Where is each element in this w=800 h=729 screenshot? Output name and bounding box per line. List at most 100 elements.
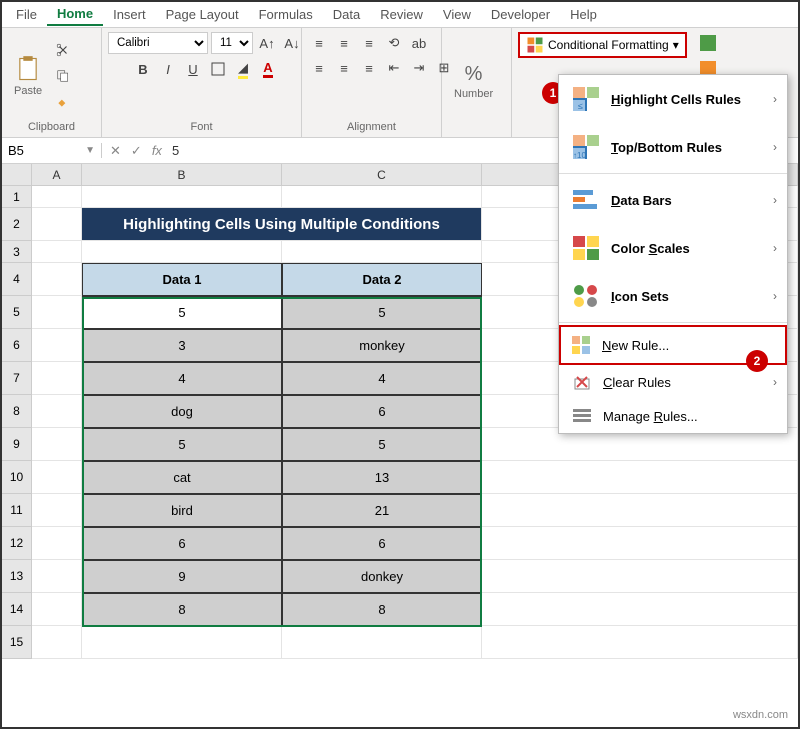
data-cell[interactable]: 4 [282, 362, 482, 395]
underline-button[interactable]: U [182, 58, 204, 80]
borders-button[interactable] [207, 58, 229, 80]
menu-page-layout[interactable]: Page Layout [156, 4, 249, 25]
row-header[interactable]: 3 [2, 241, 32, 263]
data-cell[interactable]: 5 [282, 428, 482, 461]
cell[interactable] [82, 186, 282, 208]
menu-data-bars[interactable]: Data Bars › [559, 176, 787, 224]
cell[interactable] [282, 241, 482, 263]
cancel-icon[interactable]: ✕ [110, 143, 121, 159]
cell[interactable] [32, 593, 82, 626]
data-cell[interactable]: cat [82, 461, 282, 494]
number-format-button[interactable]: % Number [448, 59, 499, 104]
cell[interactable] [32, 395, 82, 428]
menu-review[interactable]: Review [370, 4, 433, 25]
font-color-button[interactable]: A [257, 58, 279, 80]
align-center-button[interactable]: ≡ [333, 57, 355, 79]
cell[interactable] [82, 626, 282, 659]
cell[interactable] [32, 461, 82, 494]
row-header[interactable]: 11 [2, 494, 32, 527]
align-right-button[interactable]: ≡ [358, 57, 380, 79]
format-table-button[interactable] [697, 32, 719, 54]
cell[interactable] [32, 241, 82, 263]
conditional-formatting-button[interactable]: Conditional Formatting ▾ [518, 32, 687, 58]
menu-developer[interactable]: Developer [481, 4, 560, 25]
italic-button[interactable]: I [157, 58, 179, 80]
data-cell[interactable]: monkey [282, 329, 482, 362]
menu-highlight-cells-rules[interactable]: ≤ Highlight Cells Rules › [559, 75, 787, 123]
cell[interactable] [282, 186, 482, 208]
row-header[interactable]: 14 [2, 593, 32, 626]
cell[interactable] [32, 186, 82, 208]
menu-data[interactable]: Data [323, 4, 370, 25]
data-cell[interactable]: 5 [282, 296, 482, 329]
menu-manage-rules[interactable]: Manage Rules... [559, 399, 787, 433]
row-header[interactable]: 9 [2, 428, 32, 461]
fill-color-button[interactable]: ◢ [232, 58, 254, 80]
increase-font-button[interactable]: A↑ [256, 32, 278, 54]
data-cell[interactable]: 6 [282, 395, 482, 428]
data-cell[interactable]: 5 [82, 296, 282, 329]
menu-file[interactable]: File [6, 4, 47, 25]
cell[interactable] [82, 241, 282, 263]
cell[interactable] [32, 208, 82, 241]
cell[interactable] [32, 494, 82, 527]
row-header[interactable]: 8 [2, 395, 32, 428]
paste-button[interactable]: Paste [8, 51, 48, 101]
fx-icon[interactable]: fx [152, 143, 162, 158]
menu-color-scales[interactable]: Color Scales › [559, 224, 787, 272]
row-header[interactable]: 7 [2, 362, 32, 395]
font-size-select[interactable]: 11 [211, 32, 253, 54]
align-top-button[interactable]: ≡ [308, 32, 330, 54]
align-middle-button[interactable]: ≡ [333, 32, 355, 54]
cell[interactable] [282, 626, 482, 659]
wrap-text-button[interactable]: ab [408, 32, 430, 54]
format-painter-button[interactable] [52, 91, 74, 113]
data-cell[interactable]: donkey [282, 560, 482, 593]
menu-insert[interactable]: Insert [103, 4, 156, 25]
font-name-select[interactable]: Calibri [108, 32, 208, 54]
data-cell[interactable]: bird [82, 494, 282, 527]
orientation-button[interactable]: ⟲ [383, 32, 405, 54]
menu-top-bottom-rules[interactable]: ↑10 Top/Bottom Rules › [559, 123, 787, 171]
menu-icon-sets[interactable]: Icon Sets › [559, 272, 787, 320]
menu-formulas[interactable]: Formulas [249, 4, 323, 25]
data-cell[interactable]: 8 [82, 593, 282, 626]
data-cell[interactable]: 5 [82, 428, 282, 461]
data-cell[interactable]: 3 [82, 329, 282, 362]
row-header[interactable]: 12 [2, 527, 32, 560]
header-cell[interactable]: Data 1 [82, 263, 282, 296]
align-left-button[interactable]: ≡ [308, 57, 330, 79]
col-header-a[interactable]: A [32, 164, 82, 186]
decrease-font-button[interactable]: A↓ [281, 32, 303, 54]
row-header[interactable]: 15 [2, 626, 32, 659]
data-cell[interactable]: 9 [82, 560, 282, 593]
cell[interactable] [32, 428, 82, 461]
align-bottom-button[interactable]: ≡ [358, 32, 380, 54]
menu-help[interactable]: Help [560, 4, 607, 25]
increase-indent-button[interactable]: ⇥ [408, 57, 430, 79]
col-header-b[interactable]: B [82, 164, 282, 186]
cell[interactable] [32, 263, 82, 296]
cell[interactable] [482, 461, 798, 494]
data-cell[interactable]: 6 [282, 527, 482, 560]
title-cell[interactable]: Highlighting Cells Using Multiple Condit… [82, 208, 482, 241]
name-box[interactable]: B5 ▼ [2, 143, 102, 158]
cell[interactable] [482, 626, 798, 659]
cut-button[interactable] [52, 39, 74, 61]
decrease-indent-button[interactable]: ⇤ [383, 57, 405, 79]
data-cell[interactable]: 4 [82, 362, 282, 395]
row-header[interactable]: 6 [2, 329, 32, 362]
cell[interactable] [32, 560, 82, 593]
menu-home[interactable]: Home [47, 3, 103, 26]
data-cell[interactable]: 13 [282, 461, 482, 494]
bold-button[interactable]: B [132, 58, 154, 80]
row-header[interactable]: 4 [2, 263, 32, 296]
row-header[interactable]: 13 [2, 560, 32, 593]
confirm-icon[interactable]: ✓ [131, 143, 142, 159]
row-header[interactable]: 1 [2, 186, 32, 208]
cell[interactable] [32, 527, 82, 560]
cell[interactable] [32, 362, 82, 395]
data-cell[interactable]: 6 [82, 527, 282, 560]
data-cell[interactable]: dog [82, 395, 282, 428]
cell[interactable] [482, 593, 798, 626]
